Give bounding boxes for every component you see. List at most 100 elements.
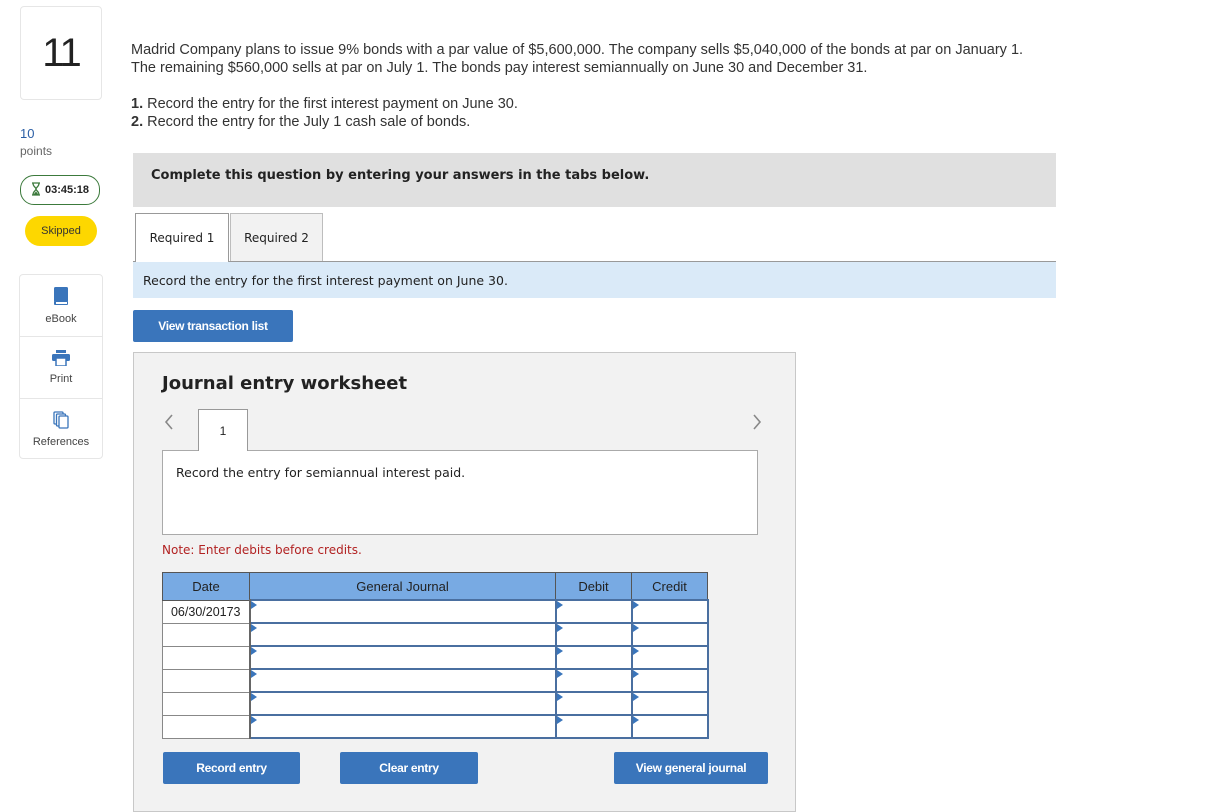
chevron-right-icon[interactable] <box>752 413 762 436</box>
journal-row <box>162 668 711 693</box>
question-requirements: 1. Record the entry for the first intere… <box>131 95 518 131</box>
debit-input[interactable] <box>556 623 635 646</box>
dropdown-marker-icon <box>632 624 639 632</box>
tab-instruction: Record the entry for the first interest … <box>133 262 1056 298</box>
credit-input[interactable] <box>632 623 711 646</box>
dropdown-marker-icon <box>250 601 257 609</box>
dropdown-marker-icon <box>632 716 639 724</box>
print-label: Print <box>49 373 73 385</box>
ebook-button[interactable]: eBook <box>20 275 102 337</box>
dropdown-marker-icon <box>250 624 257 632</box>
debit-input[interactable] <box>556 715 635 738</box>
debit-input[interactable] <box>556 669 635 692</box>
account-select[interactable] <box>250 623 559 646</box>
ebook-label: eBook <box>45 313 77 325</box>
account-select[interactable] <box>250 646 559 669</box>
date-cell[interactable] <box>162 691 251 716</box>
credit-cell <box>630 599 711 624</box>
account-cell <box>248 599 559 624</box>
dropdown-marker-icon <box>632 670 639 678</box>
timer: 03:45:18 <box>20 175 100 205</box>
printer-icon <box>52 350 70 369</box>
account-select[interactable] <box>250 692 559 715</box>
debit-cell <box>554 599 635 624</box>
date-cell[interactable] <box>162 622 251 647</box>
journal-entry-worksheet: Journal entry worksheet 1 Record the ent… <box>133 352 796 812</box>
debit-input[interactable] <box>556 692 635 715</box>
chevron-left-icon[interactable] <box>164 413 174 436</box>
journal-row: 06/30/20173 <box>162 599 711 624</box>
dropdown-marker-icon <box>250 670 257 678</box>
credit-cell <box>630 622 711 647</box>
dropdown-marker-icon <box>250 647 257 655</box>
account-select[interactable] <box>250 715 559 738</box>
view-transaction-list-button[interactable]: View transaction list <box>133 310 293 342</box>
credit-input[interactable] <box>632 669 711 692</box>
hourglass-icon <box>31 181 41 199</box>
print-button[interactable]: Print <box>20 337 102 399</box>
dropdown-marker-icon <box>632 601 639 609</box>
record-entry-button[interactable]: Record entry <box>163 752 300 784</box>
worksheet-page-tab[interactable]: 1 <box>198 409 248 451</box>
column-header-debit: Debit <box>555 572 632 601</box>
references-label: References <box>32 436 90 448</box>
debit-cell <box>554 668 635 693</box>
dropdown-marker-icon <box>250 716 257 724</box>
dropdown-marker-icon <box>556 624 563 632</box>
debit-input[interactable] <box>556 600 635 623</box>
journal-row <box>162 714 711 739</box>
points-label: points <box>20 144 53 158</box>
credit-cell <box>630 645 711 670</box>
credit-cell <box>630 668 711 693</box>
dropdown-marker-icon <box>632 693 639 701</box>
references-button[interactable]: References <box>20 399 102 460</box>
tab-bar: Required 1 Required 2 <box>133 213 1056 262</box>
account-select[interactable] <box>250 600 559 623</box>
credit-input[interactable] <box>632 715 711 738</box>
entry-description: Record the entry for semiannual interest… <box>162 450 758 535</box>
journal-row <box>162 645 711 670</box>
credit-input[interactable] <box>632 600 711 623</box>
account-cell <box>248 645 559 670</box>
dropdown-marker-icon <box>632 647 639 655</box>
question-number: 11 <box>20 6 102 100</box>
status-badge: Skipped <box>25 216 97 246</box>
view-general-journal-button[interactable]: View general journal <box>614 752 768 784</box>
requirement-item: 1. Record the entry for the first intere… <box>131 96 518 112</box>
credit-cell <box>630 714 711 739</box>
journal-row <box>162 691 711 716</box>
question-text: Madrid Company plans to issue 9% bonds w… <box>131 42 1024 76</box>
points-value: 10 <box>20 126 35 141</box>
date-cell[interactable] <box>162 668 251 693</box>
credit-cell <box>630 691 711 716</box>
entry-note: Note: Enter debits before credits. <box>162 543 362 557</box>
clear-entry-button[interactable]: Clear entry <box>340 752 478 784</box>
account-cell <box>248 668 559 693</box>
debit-cell <box>554 645 635 670</box>
debit-cell <box>554 714 635 739</box>
column-header-date: Date <box>162 572 250 601</box>
column-header-credit: Credit <box>631 572 708 601</box>
tab-required-1[interactable]: Required 1 <box>135 213 229 262</box>
dropdown-marker-icon <box>556 716 563 724</box>
account-cell <box>248 622 559 647</box>
debit-cell <box>554 622 635 647</box>
copy-documents-icon <box>53 411 69 432</box>
credit-input[interactable] <box>632 646 711 669</box>
tools-panel: eBook Print References <box>19 274 103 459</box>
debit-input[interactable] <box>556 646 635 669</box>
dropdown-marker-icon <box>556 670 563 678</box>
journal-table: Date General Journal Debit Credit 06/30/… <box>162 572 711 739</box>
dropdown-marker-icon <box>250 693 257 701</box>
account-cell <box>248 714 559 739</box>
dropdown-marker-icon <box>556 601 563 609</box>
date-cell[interactable]: 06/30/20173 <box>162 599 251 624</box>
tab-required-2[interactable]: Required 2 <box>230 213 323 261</box>
date-cell[interactable] <box>162 645 251 670</box>
dropdown-marker-icon <box>556 647 563 655</box>
credit-input[interactable] <box>632 692 711 715</box>
date-cell[interactable] <box>162 714 251 739</box>
timer-value: 03:45:18 <box>44 184 90 196</box>
account-select[interactable] <box>250 669 559 692</box>
book-icon <box>53 286 69 309</box>
